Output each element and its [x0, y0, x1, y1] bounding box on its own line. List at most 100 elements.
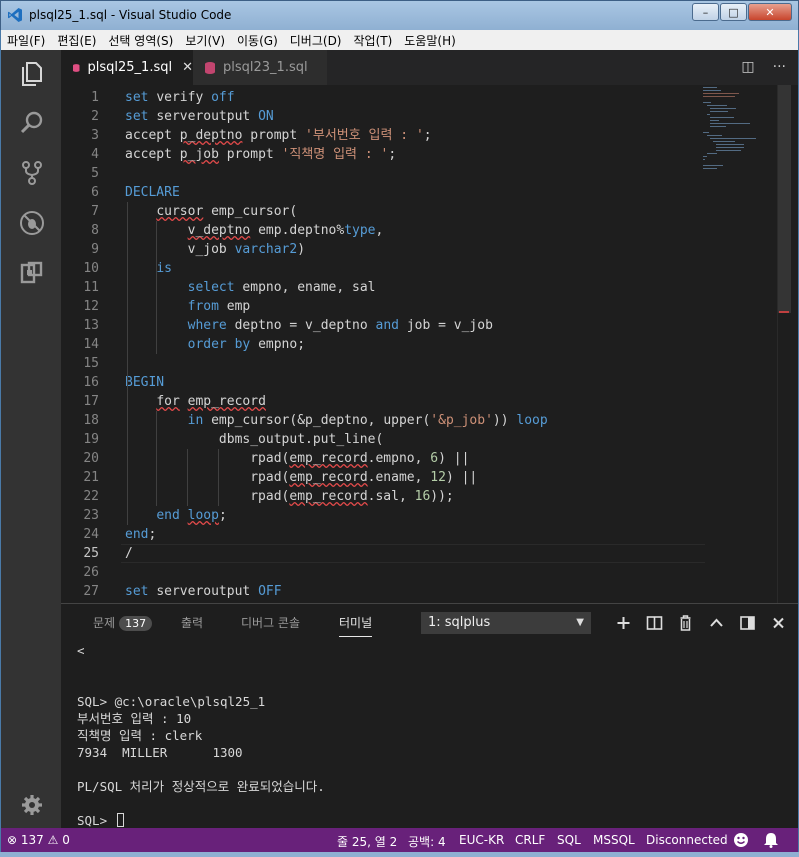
code-line[interactable]: 18 in emp_cursor(&p_deptno, upper('&p_jo… — [61, 411, 701, 430]
line-ending[interactable]: CRLF — [515, 833, 545, 847]
code-line[interactable]: 24 end; — [61, 525, 701, 544]
menu-view[interactable]: 보기(V) — [185, 32, 225, 49]
code-line[interactable]: 13 where deptno = v_deptno and job = v_j… — [61, 316, 701, 335]
code-line[interactable]: 27 set serveroutput OFF — [61, 582, 701, 601]
menu-tasks[interactable]: 작업(T) — [354, 32, 393, 49]
code-line[interactable]: 1 set verify off — [61, 88, 701, 107]
menu-go[interactable]: 이동(G) — [237, 32, 278, 49]
terminal-output[interactable]: < SQL> @c:\oracle\plsql25_1 부서번호 입력 : 10 직책… — [77, 642, 777, 828]
code-text: v_job varchar2) — [187, 242, 306, 257]
panel-tab-debug-console[interactable]: 디버그 콘솔 — [241, 614, 300, 631]
code-line[interactable]: 14 order by empno; — [61, 335, 701, 354]
language-mode[interactable]: SQL — [557, 833, 581, 847]
code-text: set verify off — [125, 90, 235, 105]
settings-gear-icon[interactable] — [19, 792, 45, 818]
code-text: select empno, ename, sal — [187, 280, 376, 295]
code-line[interactable]: 25 / — [61, 544, 701, 563]
code-editor[interactable]: 1 set verify off 2 set serveroutput ON 3 acce… — [61, 85, 798, 603]
code-line[interactable]: 26 — [61, 563, 701, 582]
maximize-button[interactable]: □ — [720, 3, 747, 21]
code-text: set serveroutput OFF — [125, 584, 282, 599]
explorer-icon[interactable] — [19, 60, 45, 86]
source-control-icon[interactable] — [19, 160, 45, 186]
code-line[interactable]: 2 set serveroutput ON — [61, 107, 701, 126]
code-text: BEGIN — [125, 375, 165, 390]
line-number: 8 — [91, 223, 99, 238]
tab-plsql25[interactable]: plsql25_1.sql ✕ — [61, 50, 193, 85]
close-panel-icon[interactable] — [763, 614, 794, 632]
code-text: where deptno = v_deptno and job = v_job — [187, 318, 493, 333]
panel-tab-output[interactable]: 출력 — [181, 614, 203, 631]
problems-count-badge: 137 — [119, 616, 153, 631]
editor-scrollbar-thumb[interactable] — [778, 85, 791, 313]
code-text: rpad(emp_record.sal, 16)); — [250, 489, 454, 504]
code-text: from emp — [187, 299, 251, 314]
debug-icon[interactable] — [19, 210, 45, 236]
panel-tab-problems[interactable]: 문제 137 — [93, 614, 153, 631]
menu-edit[interactable]: 편집(E) — [57, 32, 96, 49]
window-title: plsql25_1.sql - Visual Studio Code — [29, 8, 232, 22]
error-icon: ⊗ — [7, 833, 18, 847]
panel-tab-terminal[interactable]: 터미널 — [339, 614, 373, 637]
notifications-bell-icon[interactable] — [763, 832, 779, 848]
chevron-down-icon: ▼ — [576, 617, 584, 628]
close-window-button[interactable]: ✕ — [748, 3, 792, 21]
code-line[interactable]: 9 v_job varchar2) — [61, 240, 701, 259]
code-line[interactable]: 17 for emp_record — [61, 392, 701, 411]
code-line[interactable]: 8 v_deptno emp.deptno%type, — [61, 221, 701, 240]
code-line[interactable]: 11 select empno, ename, sal — [61, 278, 701, 297]
code-text: rpad(emp_record.ename, 12) || — [250, 470, 478, 485]
cursor-position[interactable]: 줄 25, 열 2 — [337, 833, 397, 850]
extensions-icon[interactable] — [19, 260, 45, 286]
code-text: / — [125, 546, 133, 561]
code-line[interactable]: 23 end loop; — [61, 506, 701, 525]
split-editor-icon[interactable]: ◫ — [741, 59, 754, 75]
code-line[interactable]: 6 DECLARE — [61, 183, 701, 202]
menu-help[interactable]: 도움말(H) — [404, 32, 456, 49]
terminal-select[interactable]: 1: sqlplus ▼ — [421, 612, 591, 634]
code-line[interactable]: 19 dbms_output.put_line( — [61, 430, 701, 449]
code-line[interactable]: 7 cursor emp_cursor( — [61, 202, 701, 221]
code-line[interactable]: 22 rpad(emp_record.sal, 16)); — [61, 487, 701, 506]
menu-file[interactable]: 파일(F) — [7, 32, 45, 49]
new-terminal-plus-icon[interactable] — [608, 614, 639, 632]
chevron-up-icon[interactable] — [701, 614, 732, 632]
line-number: 12 — [83, 299, 99, 314]
terminal-line: PL/SQL 처리가 정상적으로 완료되었습니다. — [77, 779, 325, 794]
code-line[interactable]: 15 — [61, 354, 701, 373]
indent-guide — [218, 449, 219, 506]
close-tab-icon[interactable]: ✕ — [182, 60, 193, 75]
indentation[interactable]: 공백: 4 — [408, 833, 446, 850]
line-number: 27 — [83, 584, 99, 599]
code-line[interactable]: 10 is — [61, 259, 701, 278]
problems-status[interactable]: ⊗ 137 ⚠ 0 — [7, 833, 70, 847]
encoding[interactable]: EUC-KR — [459, 833, 504, 847]
code-line[interactable]: 5 — [61, 164, 701, 183]
sql-dialect[interactable]: MSSQL — [593, 833, 635, 847]
connection-status[interactable]: Disconnected — [646, 833, 728, 847]
status-bar: ⊗ 137 ⚠ 0 줄 25, 열 2 공백: 4 EUC-KR CRLF SQ… — [1, 828, 798, 852]
indent-guide — [187, 449, 188, 506]
search-icon[interactable] — [19, 110, 45, 136]
code-line[interactable]: 3 accept p_deptno prompt '부서번호 입력 : '; — [61, 126, 701, 145]
line-number: 6 — [91, 185, 99, 200]
split-terminal-icon[interactable] — [639, 614, 670, 632]
editor-tab-bar: plsql25_1.sql ✕ plsql23_1.sql ◫ ··· — [61, 50, 798, 85]
menu-selection[interactable]: 선택 영역(S) — [108, 32, 173, 49]
code-line[interactable]: 20 rpad(emp_record.empno, 6) || — [61, 449, 701, 468]
database-file-icon — [73, 63, 80, 72]
minimize-button[interactable]: – — [692, 3, 719, 21]
activity-bar — [1, 50, 61, 828]
code-line[interactable]: 16 BEGIN — [61, 373, 701, 392]
code-line[interactable]: 21 rpad(emp_record.ename, 12) || — [61, 468, 701, 487]
tab-plsql23[interactable]: plsql23_1.sql — [193, 50, 327, 85]
menu-debug[interactable]: 디버그(D) — [290, 32, 342, 49]
minimap[interactable] — [701, 85, 771, 185]
trash-icon[interactable] — [670, 614, 701, 632]
code-line[interactable]: 12 from emp — [61, 297, 701, 316]
feedback-smiley-icon[interactable] — [733, 832, 749, 848]
indent-guide — [156, 221, 157, 278]
more-actions-icon[interactable]: ··· — [773, 59, 786, 75]
code-line[interactable]: 4 accept p_job prompt '직책명 입력 : '; — [61, 145, 701, 164]
maximize-panel-icon[interactable] — [732, 614, 763, 632]
